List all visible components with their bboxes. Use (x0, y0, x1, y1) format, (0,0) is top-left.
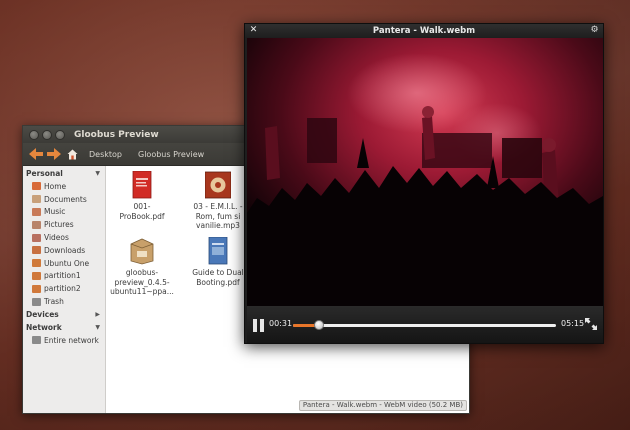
file-name: 03 - E.M.I.L. - Rom, fum si vanilie.mp3 (193, 202, 243, 230)
video-frame[interactable] (247, 38, 603, 306)
downloads-folder-icon (32, 246, 41, 255)
home-button[interactable] (65, 147, 79, 161)
preview-window: ✕ Pantera - Walk.webm ⚙ 00:31 05:15 (244, 23, 604, 344)
breadcrumb-desktop[interactable]: Desktop (83, 147, 128, 162)
sidebar-item-label: Entire network (44, 335, 99, 345)
chevron-right-icon: ▶ (95, 310, 100, 318)
pause-icon (253, 319, 257, 332)
sidebar-section-network[interactable]: Network ▼ (23, 321, 105, 334)
pause-button[interactable] (253, 319, 265, 332)
network-icon (32, 336, 41, 345)
drive-icon (32, 284, 41, 293)
pdf-file-icon (205, 236, 231, 265)
sidebar-item-partition2[interactable]: partition2 (23, 282, 105, 295)
maximize-window-button[interactable] (55, 129, 65, 140)
sidebar-item-label: Documents (44, 194, 87, 204)
sidebar-item-pictures[interactable]: Pictures (23, 218, 105, 231)
file-name: 001- ProBook.pdf (119, 202, 165, 221)
videos-folder-icon (32, 233, 41, 242)
sidebar-item-label: Trash (44, 297, 64, 307)
music-folder-icon (32, 207, 41, 216)
playback-controls: 00:31 05:15 (247, 306, 603, 343)
sidebar-item-label: Music (44, 207, 66, 217)
file-item[interactable]: gloobus- preview_0.4.5- ubuntu11~ppa... (106, 237, 178, 297)
home-folder-icon (32, 182, 41, 191)
breadcrumb-gloobus-preview[interactable]: Gloobus Preview (132, 147, 210, 162)
pictures-folder-icon (32, 220, 41, 229)
back-arrow-icon (29, 148, 43, 160)
seek-bar[interactable] (293, 320, 556, 330)
file-item[interactable]: 001- ProBook.pdf (106, 170, 178, 221)
chevron-down-icon: ▼ (95, 170, 100, 177)
sidebar-item-label: partition2 (44, 284, 81, 294)
package-file-icon (129, 237, 155, 265)
pause-icon (260, 319, 264, 332)
seek-handle[interactable] (313, 320, 324, 330)
sidebar-item-entire-network[interactable]: Entire network (23, 334, 105, 347)
drive-icon (32, 271, 41, 280)
close-window-button[interactable] (29, 129, 39, 140)
sidebar-section-devices[interactable]: Devices ▶ (23, 308, 105, 321)
sidebar-item-documents[interactable]: Documents (23, 193, 105, 206)
sidebar-item-music[interactable]: Music (23, 206, 105, 219)
sidebar-item-label: Home (44, 181, 67, 191)
minimize-window-button[interactable] (42, 129, 52, 140)
sidebar-item-label: Pictures (44, 220, 74, 230)
concert-video-frame (247, 38, 603, 306)
home-icon (67, 149, 77, 159)
sidebar-item-label: partition1 (44, 271, 81, 281)
sidebar-item-ubuntu-one[interactable]: Ubuntu One (23, 257, 105, 270)
sidebar-item-videos[interactable]: Videos (23, 231, 105, 244)
total-time: 05:15 (561, 319, 585, 328)
sidebar-item-downloads[interactable]: Downloads (23, 244, 105, 257)
file-name: gloobus- preview_0.4.5- ubuntu11~ppa... (110, 268, 174, 296)
documents-folder-icon (32, 195, 41, 204)
sidebar-item-label: Downloads (44, 245, 86, 255)
sidebar-item-partition1[interactable]: partition1 (23, 270, 105, 283)
sidebar: Personal ▼ Home Documents Music Pictures (23, 166, 106, 413)
close-icon[interactable]: ✕ (248, 25, 259, 36)
sidebar-item-trash[interactable]: Trash (23, 295, 105, 308)
status-bar: Pantera - Walk.webm - WebM video (50.2 M… (298, 400, 467, 411)
ubuntu-one-folder-icon (32, 259, 41, 268)
window-title: Gloobus Preview (74, 129, 159, 140)
forward-button[interactable] (45, 145, 63, 163)
sidebar-section-label: Personal (26, 169, 63, 178)
pdf-file-icon (129, 170, 155, 199)
forward-arrow-icon (47, 148, 61, 160)
preview-title: Pantera - Walk.webm (372, 26, 476, 36)
sidebar-item-label: Ubuntu One (44, 258, 90, 268)
audio-file-icon (204, 171, 232, 199)
fullscreen-button[interactable] (584, 316, 598, 330)
fullscreen-icon (585, 318, 597, 330)
trash-icon (32, 297, 41, 306)
back-button[interactable] (27, 145, 45, 163)
sidebar-item-home[interactable]: Home (23, 180, 105, 193)
file-name: Guide to Dual Booting.pdf (192, 268, 244, 287)
elapsed-time: 00:31 (269, 319, 293, 328)
sidebar-section-label: Network (26, 322, 62, 332)
sidebar-item-label: Videos (44, 233, 69, 243)
preview-titlebar[interactable]: ✕ Pantera - Walk.webm ⚙ (245, 24, 603, 38)
sidebar-section-personal[interactable]: Personal ▼ (23, 167, 105, 180)
gear-icon[interactable]: ⚙ (589, 25, 600, 36)
sidebar-section-label: Devices (26, 309, 59, 319)
chevron-down-icon: ▼ (95, 323, 100, 331)
